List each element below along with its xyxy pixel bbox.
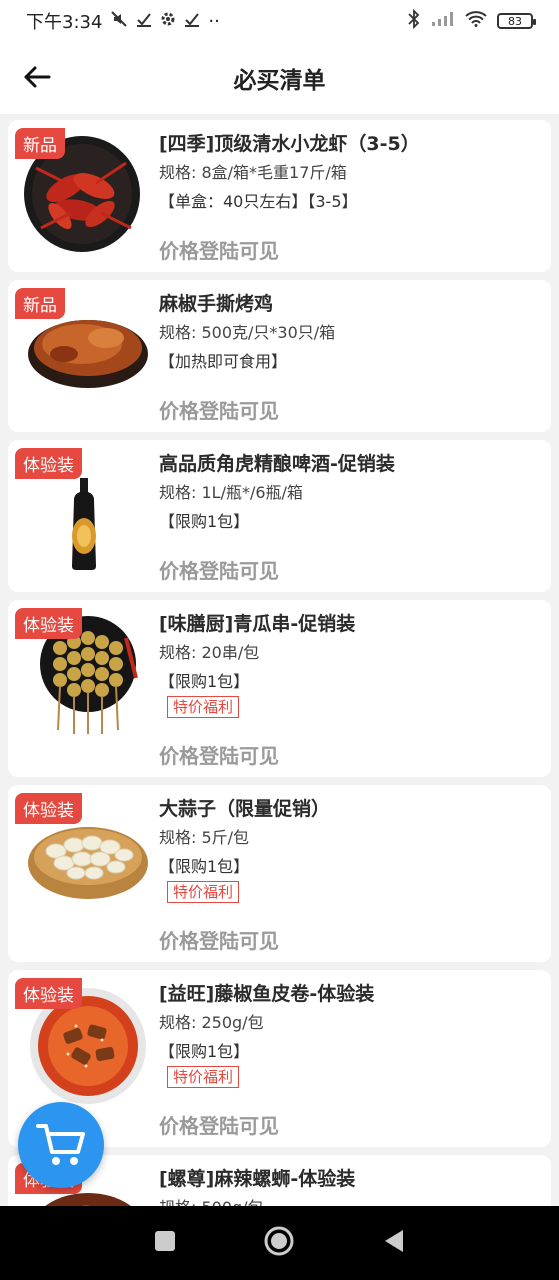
nav-bar: 必买清单 [0,42,559,114]
product-spec: 规格: 500克/只*30只/箱 [159,323,336,342]
product-tag: 体验装 [15,978,82,1009]
product-price[interactable]: 价格登陆可见 [159,925,279,954]
product-spec: 规格: 500g/包 [159,1193,541,1206]
product-card[interactable]: 体验装 高品质角虎精酿啤酒-促销装 规格: 1L/瓶*/6瓶/箱 【限购1包】 … [8,440,551,592]
product-info: [螺尊]麻辣螺蛳-体验装 规格: 500g/包 [159,1165,541,1206]
product-tag: 新品 [15,128,65,159]
cart-button[interactable] [18,1102,104,1188]
product-name: [益旺]藤椒鱼皮卷-体验装 [159,983,375,1005]
signal-icon [431,11,455,32]
product-name: 高品质角虎精酿啤酒-促销装 [159,453,395,475]
product-tag: 体验装 [15,448,82,479]
square-icon [154,1231,175,1251]
promo-badge: 特价福利 [167,696,240,718]
home-button[interactable] [263,1225,295,1261]
product-name: [四季]顶级清水小龙虾（3-5） [159,133,420,155]
product-note: 【限购1包】 [159,1042,250,1061]
product-info: 麻椒手撕烤鸡 规格: 500克/只*30只/箱 【加热即可食用】 [159,290,541,376]
circle-icon [264,1226,294,1256]
check-icon [184,11,200,32]
product-note: 【限购1包】 [159,512,250,531]
product-list[interactable]: 新品 [四季]顶级清水小龙虾（3-5） 规格: 8盒/箱*毛重17斤/箱 【单盒… [0,114,559,1206]
product-tag: 体验装 [15,608,82,639]
product-note: 【限购1包】 [159,672,250,691]
product-price[interactable]: 价格登陆可见 [159,555,279,584]
product-spec: 规格: 8盒/箱*毛重17斤/箱 [159,163,347,182]
product-price[interactable]: 价格登陆可见 [159,395,279,424]
product-name: 大蒜子（限量促销） [159,798,331,820]
bluetooth-icon [407,8,421,34]
product-card[interactable]: 新品 麻椒手撕烤鸡 规格: 500克/只*30只/箱 【加热即可食用】 价格登陆… [8,280,551,432]
product-price[interactable]: 价格登陆可见 [159,1110,279,1139]
product-price[interactable]: 价格登陆可见 [159,740,279,769]
status-time: 下午3:34 [26,12,103,33]
product-tag: 新品 [15,288,65,319]
product-tag: 体验装 [15,793,82,824]
wifi-icon [465,10,487,32]
product-spec: 规格: 1L/瓶*/6瓶/箱 [159,483,303,502]
product-info: [四季]顶级清水小龙虾（3-5） 规格: 8盒/箱*毛重17斤/箱 【单盒：40… [159,130,541,216]
battery-icon: 83 [497,13,536,29]
product-info: 大蒜子（限量促销） 规格: 5斤/包 【限购1包】 特价福利 [159,795,541,903]
mute-icon [110,10,128,33]
shopping-cart-icon [36,1124,85,1165]
product-info: 高品质角虎精酿啤酒-促销装 规格: 1L/瓶*/6瓶/箱 【限购1包】 [159,450,541,536]
product-name: [螺尊]麻辣螺蛳-体验装 [159,1168,356,1190]
status-bar: 下午3:34 ·· 83 [0,0,559,42]
promo-badge: 特价福利 [167,881,240,903]
product-price[interactable]: 价格登陆可见 [159,235,279,264]
gear-icon [160,11,176,32]
back-button[interactable] [20,60,54,94]
product-card[interactable]: 体验装 大蒜子（限量促销） 规格: 5斤/包 【限购1包】 特价福利 价格登陆可… [8,785,551,962]
product-name: [味膳厨]青瓜串-促销装 [159,613,356,635]
page-title: 必买清单 [233,68,326,94]
product-spec: 规格: 250g/包 [159,1013,264,1032]
recents-button[interactable] [154,1230,176,1256]
check-icon [136,11,152,32]
triangle-back-icon [385,1230,404,1252]
more-notifications-icon: ·· [208,10,220,32]
system-nav-bar [0,1206,559,1280]
product-spec: 规格: 20串/包 [159,643,260,662]
product-note: 【限购1包】 [159,857,250,876]
product-note: 【单盒：40只左右】【3-5】 [159,192,358,211]
product-spec: 规格: 5斤/包 [159,828,250,847]
product-card[interactable]: 新品 [四季]顶级清水小龙虾（3-5） 规格: 8盒/箱*毛重17斤/箱 【单盒… [8,120,551,272]
back-nav-button[interactable] [383,1228,405,1258]
product-info: [味膳厨]青瓜串-促销装 规格: 20串/包 【限购1包】 特价福利 [159,610,541,718]
arrow-left-icon [24,66,51,88]
product-note: 【加热即可食用】 [159,352,288,371]
product-card[interactable]: 体验装 [味膳厨]青瓜串-促销装 规格: 20串/包 【限购1包】 特价福利 价… [8,600,551,777]
promo-badge: 特价福利 [167,1066,240,1088]
product-name: 麻椒手撕烤鸡 [159,293,274,315]
product-info: [益旺]藤椒鱼皮卷-体验装 规格: 250g/包 【限购1包】 特价福利 [159,980,541,1088]
